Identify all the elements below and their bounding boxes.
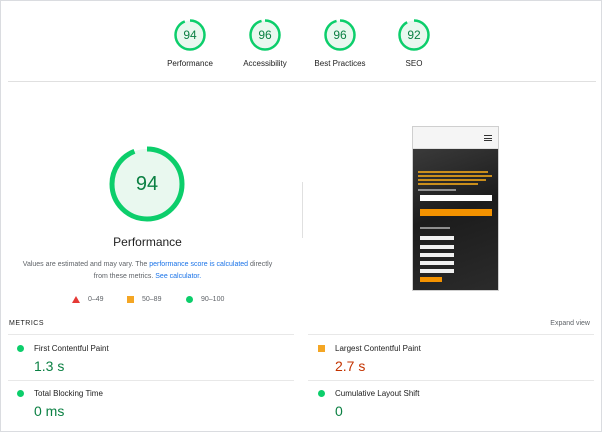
metric-label: Cumulative Layout Shift	[335, 389, 420, 398]
divider	[308, 334, 594, 335]
hamburger-menu-icon	[484, 135, 492, 141]
vertical-divider	[302, 182, 303, 238]
score-value: 94	[183, 28, 197, 42]
legend-average: 50–89	[127, 296, 161, 303]
legend-fail: 0–49	[72, 296, 104, 303]
performance-gauge-large: 94	[108, 145, 186, 223]
gauge-label: Accessibility	[243, 59, 287, 68]
score-value: 96	[333, 28, 347, 42]
divider	[308, 380, 594, 381]
divider	[8, 380, 294, 381]
metric-value: 0 ms	[34, 403, 65, 419]
divider	[8, 81, 596, 82]
score-value: 92	[407, 28, 421, 42]
legend-average-label: 50–89	[142, 296, 162, 303]
thumbnail-hero	[413, 149, 498, 290]
score-ring: 94	[173, 18, 207, 52]
metric-fcp: First Contentful Paint 1.3 s	[17, 344, 297, 374]
performance-score: 94	[135, 173, 159, 195]
note-text: Values are estimated and may vary. The	[22, 261, 150, 268]
metric-label: First Contentful Paint	[34, 344, 109, 353]
gauge-label: Performance	[167, 59, 213, 68]
legend-pass-label: 90–100	[201, 296, 225, 303]
legend-fail-label: 0–49	[88, 296, 104, 303]
metric-value: 2.7 s	[335, 358, 366, 374]
score-legend: 0–49 50–89 90–100	[0, 296, 300, 306]
pass-circle-icon	[17, 345, 24, 352]
performance-note: Values are estimated and may vary. The p…	[20, 259, 275, 283]
metric-cls: Cumulative Layout Shift 0	[318, 389, 598, 419]
circle-icon	[186, 296, 193, 303]
triangle-icon	[72, 296, 80, 303]
gauge-seo[interactable]: 92 SEO	[374, 18, 454, 68]
gauge-label: Best Practices	[314, 59, 366, 68]
score-ring: 96	[323, 18, 357, 52]
metric-lcp: Largest Contentful Paint 2.7 s	[318, 344, 598, 374]
score-ring: 92	[397, 18, 431, 52]
metric-value: 0	[335, 403, 343, 419]
expand-view-toggle[interactable]: Expand view	[550, 320, 590, 327]
pass-circle-icon	[17, 390, 24, 397]
gauge-accessibility[interactable]: 96 Accessibility	[225, 18, 305, 68]
average-square-icon	[318, 345, 325, 352]
see-calculator-link[interactable]: See calculator.	[155, 273, 201, 280]
metrics-header: METRICS	[9, 320, 44, 327]
final-screenshot-thumbnail[interactable]	[412, 126, 499, 291]
metric-value: 1.3 s	[34, 358, 65, 374]
legend-pass: 90–100	[186, 296, 224, 303]
divider	[8, 334, 294, 335]
gauge-label: SEO	[405, 59, 423, 68]
gauge-performance[interactable]: 94 Performance	[150, 18, 230, 68]
gauge-best-practices[interactable]: 96 Best Practices	[300, 18, 380, 68]
square-icon	[127, 296, 134, 303]
performance-title: Performance	[113, 235, 182, 249]
category-gauges: 94 Performance 96 Accessibility 96 Best …	[0, 18, 602, 78]
metric-label: Total Blocking Time	[34, 389, 103, 398]
thumbnail-header	[413, 127, 498, 149]
score-calculated-link[interactable]: performance score is calculated	[149, 261, 248, 268]
score-value: 96	[258, 28, 272, 42]
score-ring: 96	[248, 18, 282, 52]
metric-label: Largest Contentful Paint	[335, 344, 421, 353]
metric-tbt: Total Blocking Time 0 ms	[17, 389, 297, 419]
pass-circle-icon	[318, 390, 325, 397]
